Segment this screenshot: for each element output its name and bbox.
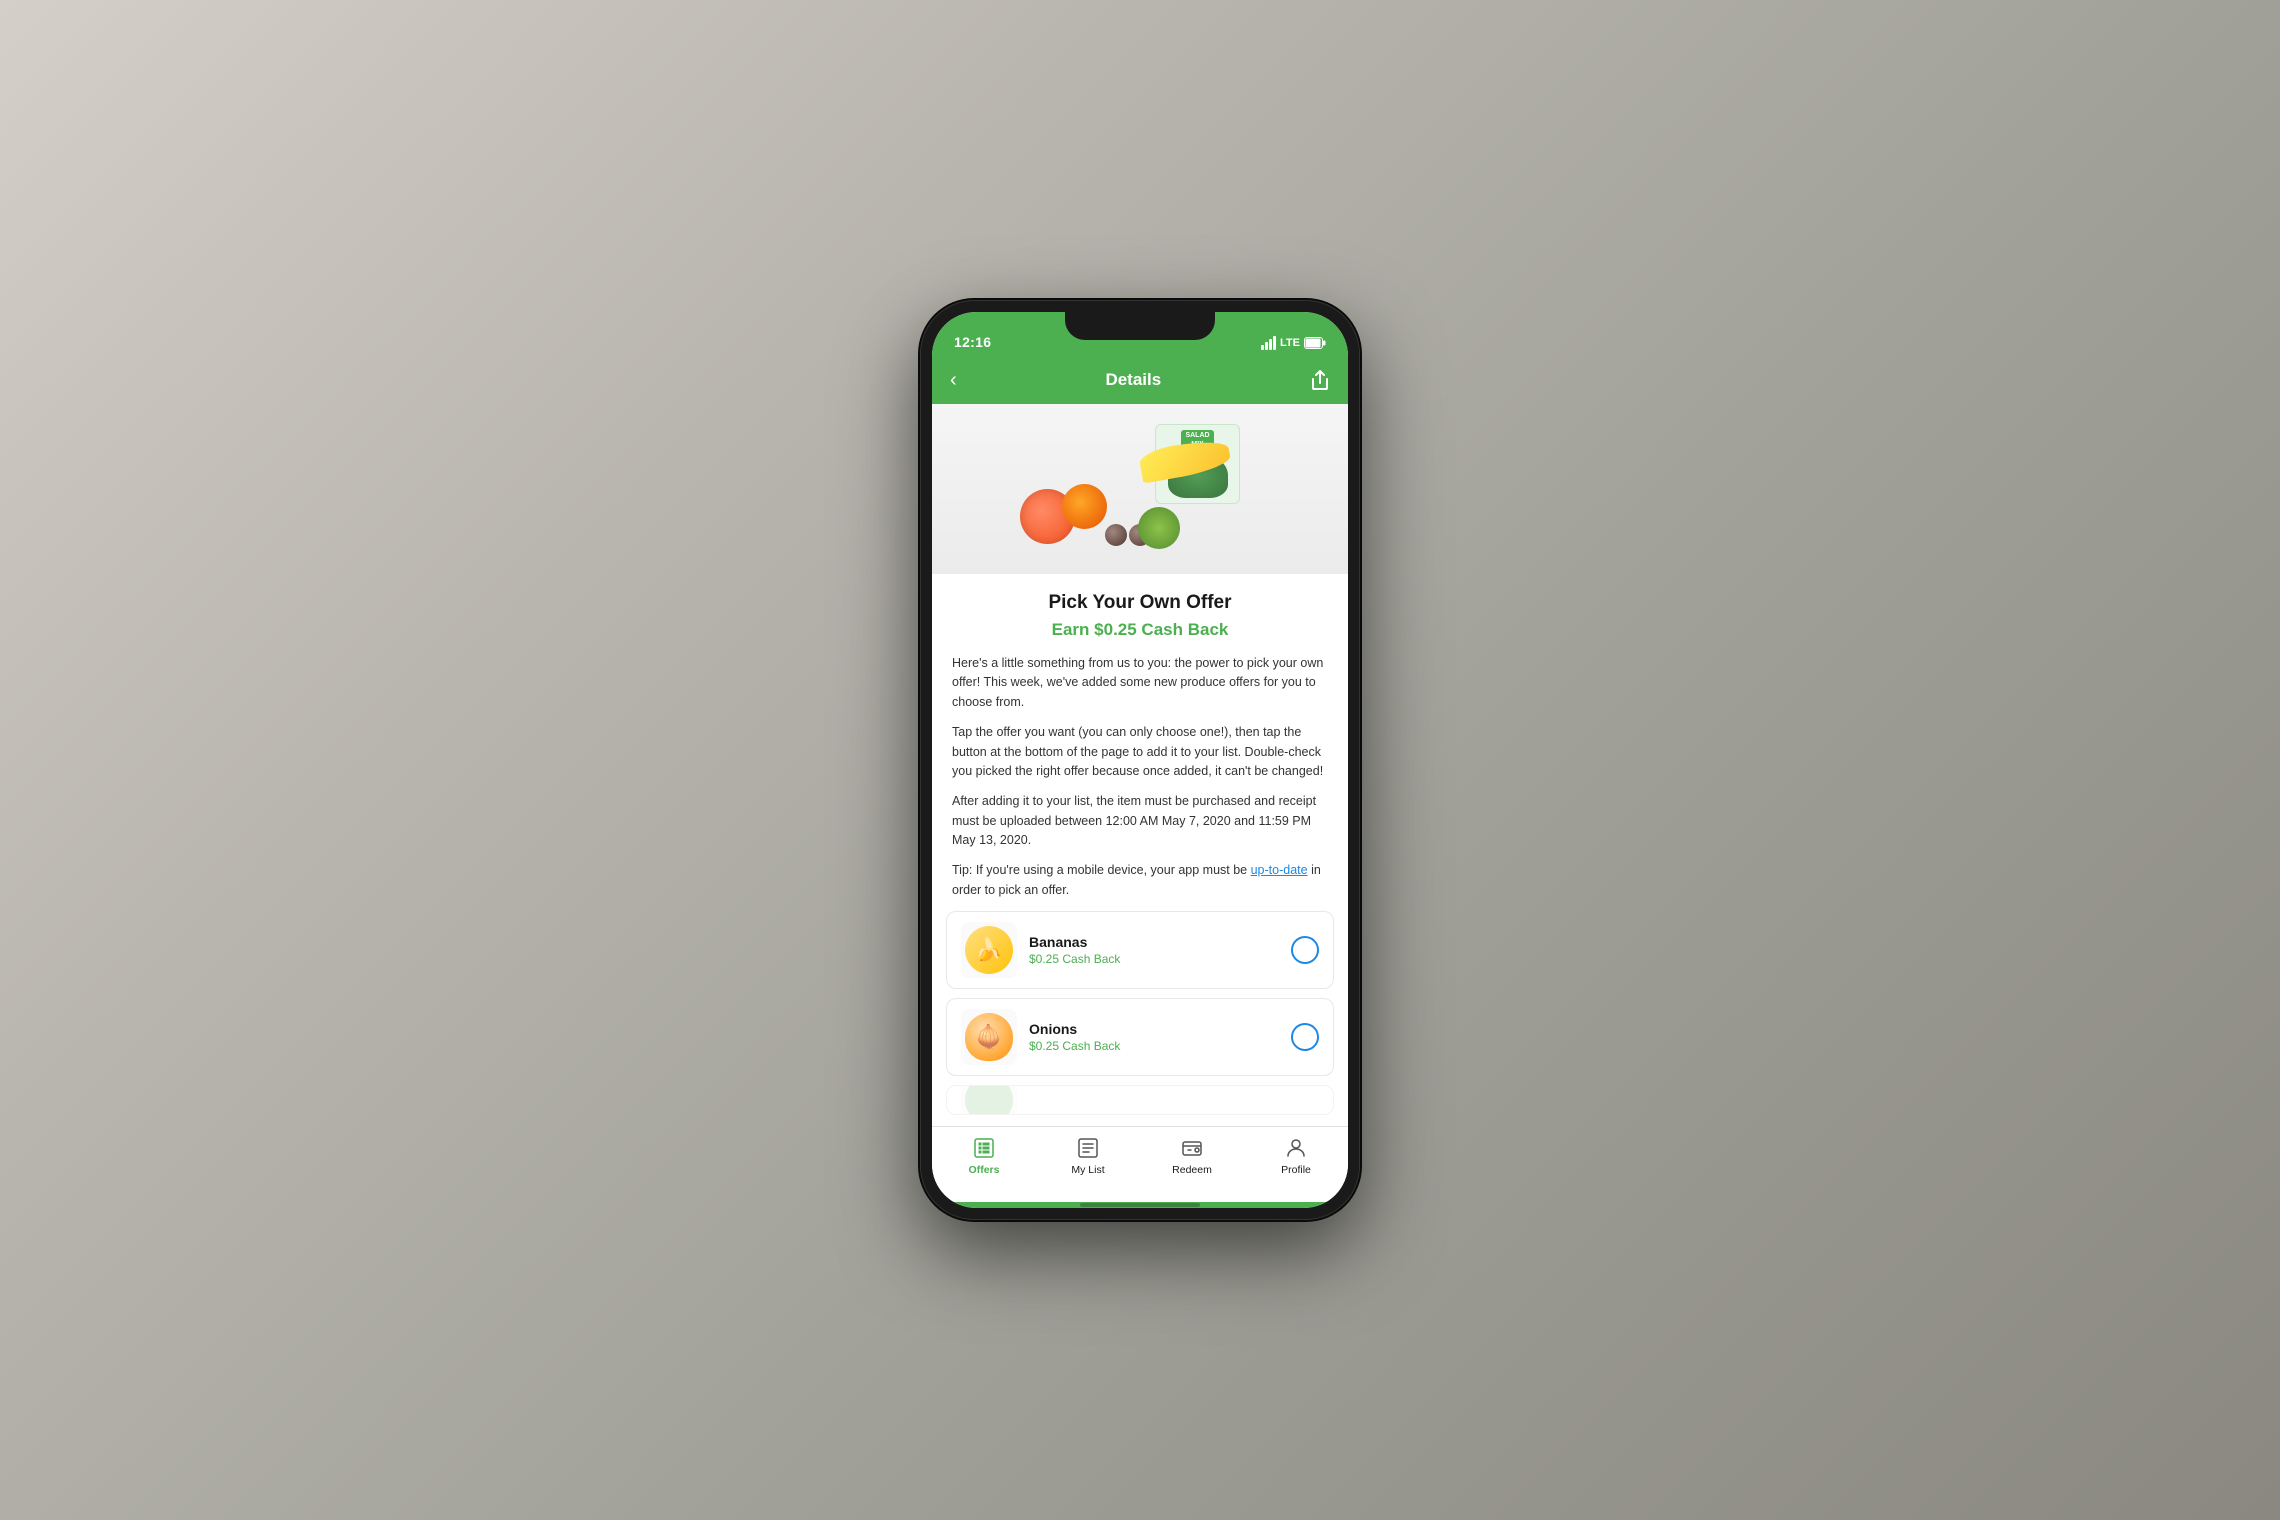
profile-icon [1283,1135,1309,1161]
redeem-icon [1179,1135,1205,1161]
tab-offers[interactable]: Offers [954,1135,1014,1176]
signal-bars-icon [1261,336,1276,350]
product-item-bananas[interactable]: 🍌 Bananas $0.25 Cash Back [946,911,1334,989]
my-list-icon [1075,1135,1101,1161]
phone-screen: 12:16 LTE [932,312,1348,1208]
orange-icon [1062,484,1107,529]
bananas-info: Bananas $0.25 Cash Back [1017,934,1291,966]
offer-cashback: Earn $0.25 Cash Back [952,620,1328,640]
text-content: Pick Your Own Offer Earn $0.25 Cash Back… [932,574,1348,900]
nav-title: Details [1105,370,1161,390]
offer-title: Pick Your Own Offer [952,592,1328,614]
nav-bar: ‹ Details [932,356,1348,404]
onion-icon: 🧅 [965,1013,1013,1061]
home-indicator [932,1202,1348,1208]
onions-cashback: $0.25 Cash Back [1029,1039,1291,1053]
home-bar [1080,1203,1200,1207]
phone-case: 12:16 LTE [920,300,1360,1220]
product-item-onions[interactable]: 🧅 Onions $0.25 Cash Back [946,998,1334,1076]
scene: 12:16 LTE [920,300,1360,1220]
battery-icon [1304,337,1326,349]
banana-slice-icon: 🍌 [965,926,1013,974]
onions-name: Onions [1029,1021,1291,1037]
offer-description-2: Tap the offer you want (you can only cho… [952,723,1328,781]
redeem-label: Redeem [1172,1164,1212,1176]
offers-icon [971,1135,997,1161]
signal-type-label: LTE [1280,337,1300,349]
tab-redeem[interactable]: Redeem [1162,1135,1222,1176]
notch [1065,312,1215,340]
onions-info: Onions $0.25 Cash Back [1017,1021,1291,1053]
status-time: 12:16 [954,334,991,350]
share-icon[interactable] [1310,369,1330,391]
tip-link[interactable]: up-to-date [1251,863,1308,877]
offer-tip: Tip: If you're using a mobile device, yo… [952,861,1328,900]
back-button[interactable]: ‹ [950,369,957,392]
onions-radio[interactable] [1291,1023,1319,1051]
bananas-cashback: $0.25 Cash Back [1029,952,1291,966]
kiwi-icon [1138,507,1180,549]
content-area: SALADMIX [932,404,1348,1126]
tip-text: Tip: If you're using a mobile device, yo… [952,863,1251,877]
partial-image [961,1085,1017,1115]
bananas-name: Bananas [1029,934,1291,950]
bananas-radio[interactable] [1291,936,1319,964]
product-item-partial[interactable] [946,1085,1334,1115]
bananas-image: 🍌 [961,922,1017,978]
mylist-label: My List [1071,1164,1104,1176]
offers-label: Offers [969,1164,1000,1176]
hero-image: SALADMIX [932,404,1348,574]
tab-bar: Offers My List [932,1126,1348,1202]
status-icons: LTE [1261,336,1326,350]
tab-profile[interactable]: Profile [1266,1135,1326,1176]
banana-icon [1140,444,1230,484]
profile-label: Profile [1281,1164,1311,1176]
onions-image: 🧅 [961,1009,1017,1065]
offer-description-1: Here's a little something from us to you… [952,654,1328,712]
product-options: 🍌 Bananas $0.25 Cash Back 🧅 [932,911,1348,1126]
offer-description-3: After adding it to your list, the item m… [952,792,1328,850]
tab-mylist[interactable]: My List [1058,1135,1118,1176]
fruit-illustration: SALADMIX [1010,414,1270,564]
